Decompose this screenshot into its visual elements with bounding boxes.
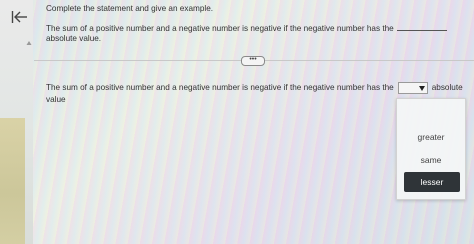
scroll-up-icon[interactable] (26, 40, 32, 46)
caret-down-icon (418, 85, 425, 91)
dropdown-option-greater[interactable]: greater (397, 132, 465, 142)
question-blank (396, 30, 447, 31)
answer-text-after: absolute (431, 83, 463, 92)
dropdown-option-lesser[interactable]: lesser (404, 172, 460, 192)
question-text: The sum of a positive number and a negat… (46, 24, 394, 33)
answer-select[interactable] (397, 82, 428, 94)
question-statement: The sum of a positive number and a negat… (46, 24, 456, 43)
expand-button[interactable]: ••• (241, 56, 265, 66)
back-arrow-bar-icon[interactable] (11, 9, 29, 25)
instruction-text: Complete the statement and give an examp… (46, 4, 214, 13)
question-continuation: absolute value. (46, 33, 102, 43)
dropdown-menu: greater same lesser (396, 98, 466, 200)
answer-text-before: The sum of a positive number and a negat… (46, 83, 394, 92)
answer-line: The sum of a positive number and a negat… (46, 82, 466, 94)
left-rail (0, 0, 33, 244)
dropdown-option-same[interactable]: same (397, 155, 465, 165)
left-rail-band (0, 118, 25, 244)
